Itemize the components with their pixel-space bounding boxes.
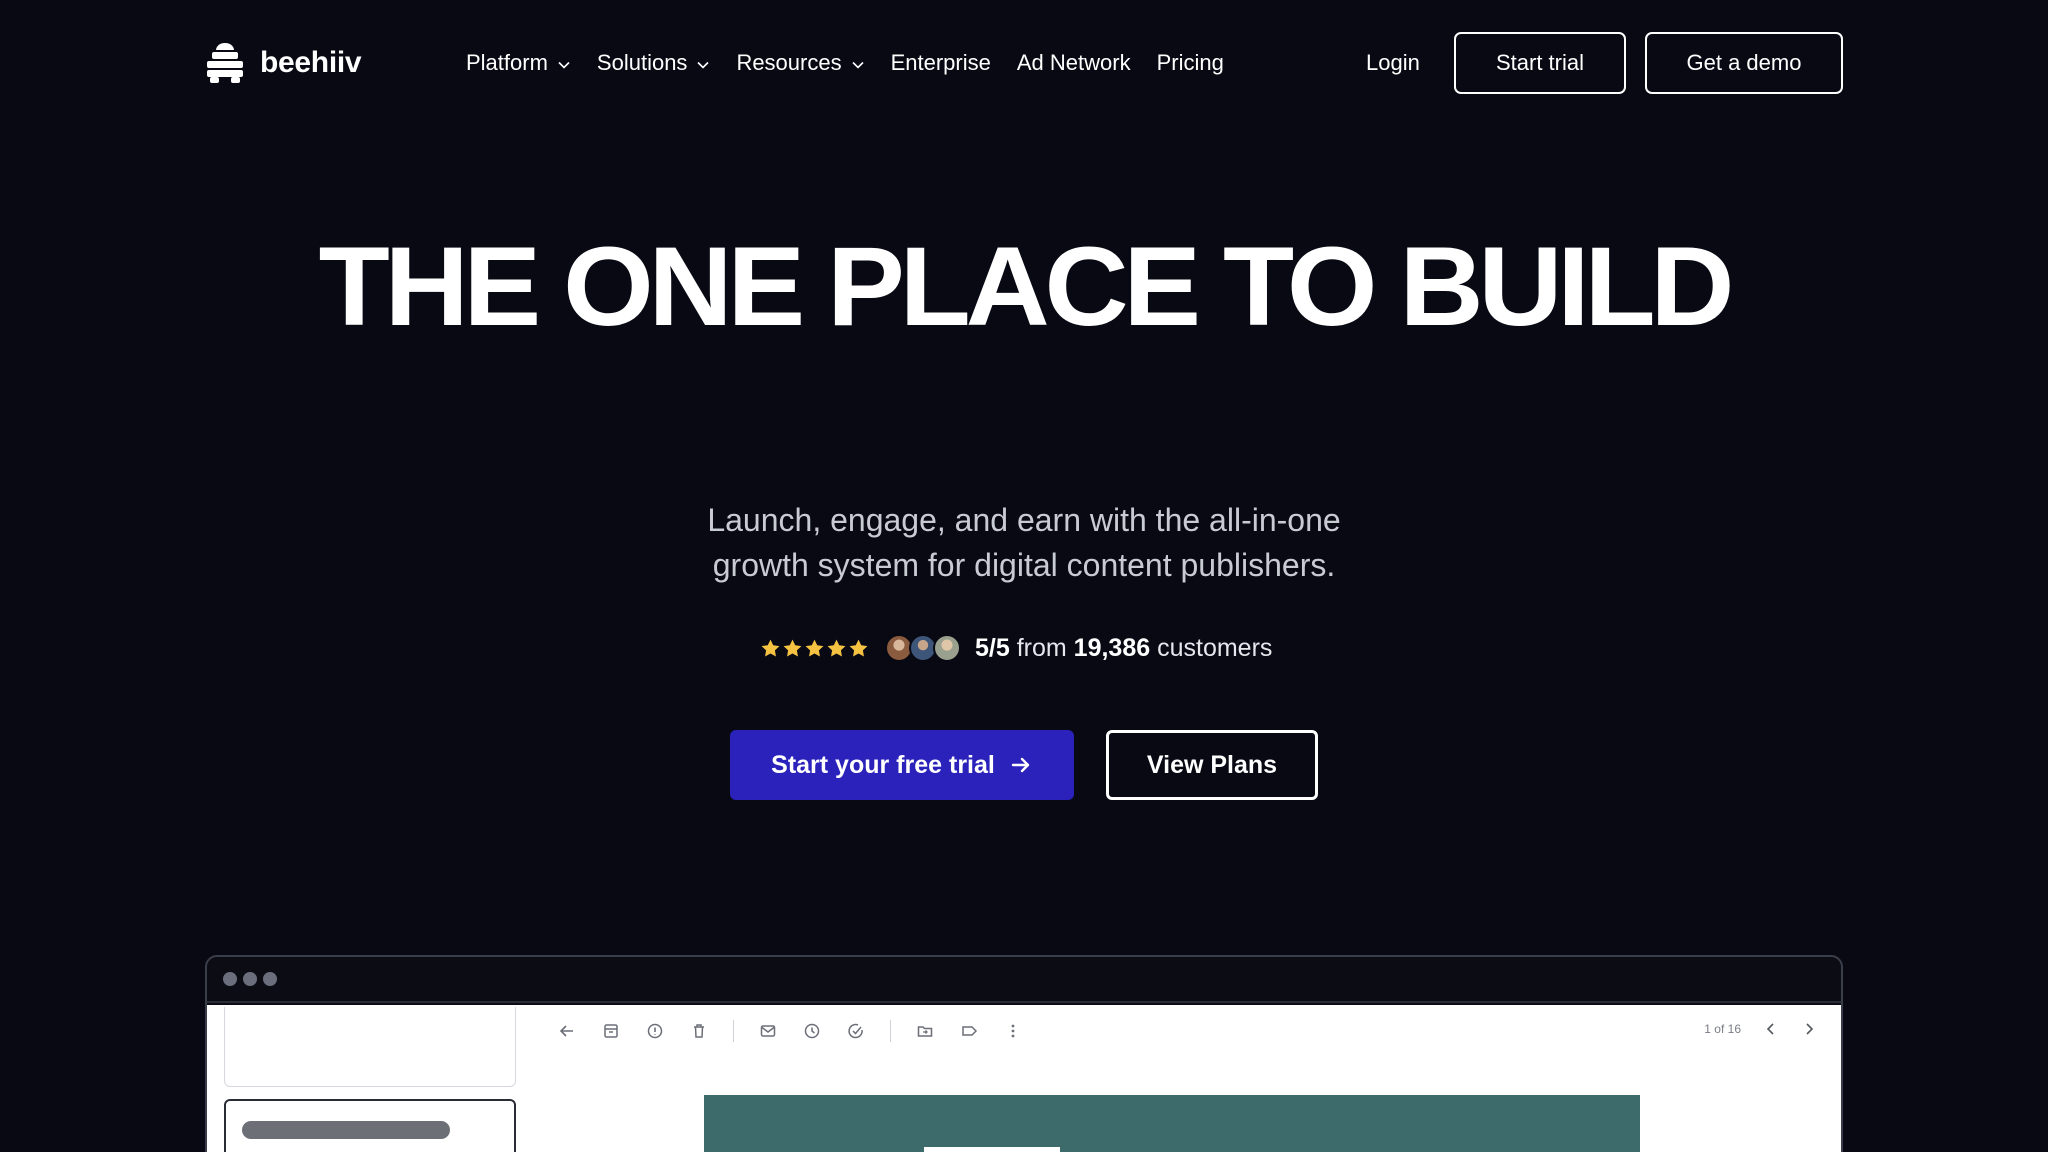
hero-subtitle-line: Launch, engage, and earn with the all-in… (707, 502, 1341, 538)
snooze-clock-icon[interactable] (802, 1021, 822, 1041)
add-task-icon[interactable] (846, 1021, 866, 1041)
beehive-logo-icon (207, 43, 243, 83)
chevron-down-icon (558, 61, 570, 69)
star-icon (805, 639, 824, 656)
nav-item-ad-network[interactable]: Ad Network (1017, 50, 1131, 76)
hero-title: THE ONE PLACE TO BUILD (318, 224, 1735, 349)
login-link[interactable]: Login (1366, 44, 1420, 82)
avatar (933, 634, 961, 662)
move-to-folder-icon[interactable] (915, 1021, 935, 1041)
nav-item-label: Resources (736, 50, 842, 75)
more-vertical-icon[interactable] (1003, 1021, 1023, 1041)
star-icon (849, 639, 868, 656)
nav-item-label: Enterprise (890, 50, 991, 75)
cta-label: Start your free trial (771, 750, 995, 779)
brand-name: beehiiv (260, 46, 362, 79)
star-icon (761, 639, 780, 656)
nav-item-pricing[interactable]: Pricing (1157, 50, 1224, 76)
hero-subtitle: Launch, engage, and earn with the all-in… (624, 498, 1424, 588)
report-icon[interactable] (645, 1021, 665, 1041)
window-dot-icon (243, 972, 257, 986)
get-demo-button[interactable]: Get a demo (1645, 32, 1843, 94)
customer-avatars (885, 634, 961, 662)
label-tag-icon[interactable] (959, 1021, 979, 1041)
rating-row: 5/5 from 19,386 customers (760, 626, 1272, 670)
start-free-trial-button[interactable]: Start your free trial (730, 730, 1074, 800)
chevron-down-icon (852, 61, 864, 69)
nav-item-solutions[interactable]: Solutions (597, 50, 711, 76)
app-preview-window: 1 of 16 (205, 955, 1843, 1152)
window-dot-icon (223, 972, 237, 986)
chevron-down-icon (697, 61, 710, 69)
window-dot-icon (263, 972, 277, 986)
nav-links: Platform Solutions Resources Enterprise … (466, 44, 1250, 82)
window-title-bar (207, 957, 1841, 1003)
logo[interactable]: beehiiv (204, 40, 362, 86)
rating-from: from (1016, 633, 1067, 662)
chevron-right-icon[interactable] (1801, 1021, 1817, 1037)
mark-unread-icon[interactable] (758, 1021, 778, 1041)
rating-count: 19,386 (1073, 633, 1151, 662)
preview-card-selected (224, 1099, 516, 1152)
nav-item-resources[interactable]: Resources (736, 50, 864, 76)
rating-text: 5/5 from 19,386 customers (975, 634, 1272, 663)
newsletter-hero-block (924, 1147, 1060, 1152)
top-nav: beehiiv Platform Solutions Resources Ent… (0, 0, 2048, 126)
toolbar-divider (733, 1020, 734, 1042)
arrow-right-icon (1011, 757, 1030, 773)
pager-count: 1 of 16 (1704, 1022, 1741, 1036)
nav-item-label: Ad Network (1016, 50, 1131, 75)
archive-icon[interactable] (601, 1021, 621, 1041)
nav-item-enterprise[interactable]: Enterprise (891, 50, 991, 76)
nav-item-label: Platform (466, 50, 548, 75)
hero-subtitle-line: growth system for digital content publis… (712, 547, 1336, 583)
preview-card (224, 1007, 516, 1087)
view-plans-button[interactable]: View Plans (1106, 730, 1318, 800)
chevron-left-icon[interactable] (1763, 1021, 1779, 1037)
placeholder-bar (242, 1121, 450, 1139)
email-toolbar (557, 1019, 1047, 1043)
nav-item-label: Pricing (1156, 50, 1224, 75)
newsletter-hero-image (704, 1095, 1640, 1152)
nav-item-platform[interactable]: Platform (466, 50, 571, 76)
rating-suffix: customers (1157, 633, 1273, 662)
trash-icon[interactable] (689, 1021, 709, 1041)
start-trial-button[interactable]: Start trial (1454, 32, 1626, 94)
star-icon (827, 639, 846, 656)
nav-item-label: Solutions (596, 50, 688, 75)
star-icon (783, 639, 802, 656)
app-preview-body: 1 of 16 (207, 1005, 1841, 1152)
toolbar-divider (890, 1020, 891, 1042)
rating-score: 5/5 (975, 633, 1010, 662)
star-rating (760, 638, 869, 659)
back-arrow-icon[interactable] (557, 1021, 577, 1041)
email-pager: 1 of 16 (1704, 1017, 1817, 1041)
